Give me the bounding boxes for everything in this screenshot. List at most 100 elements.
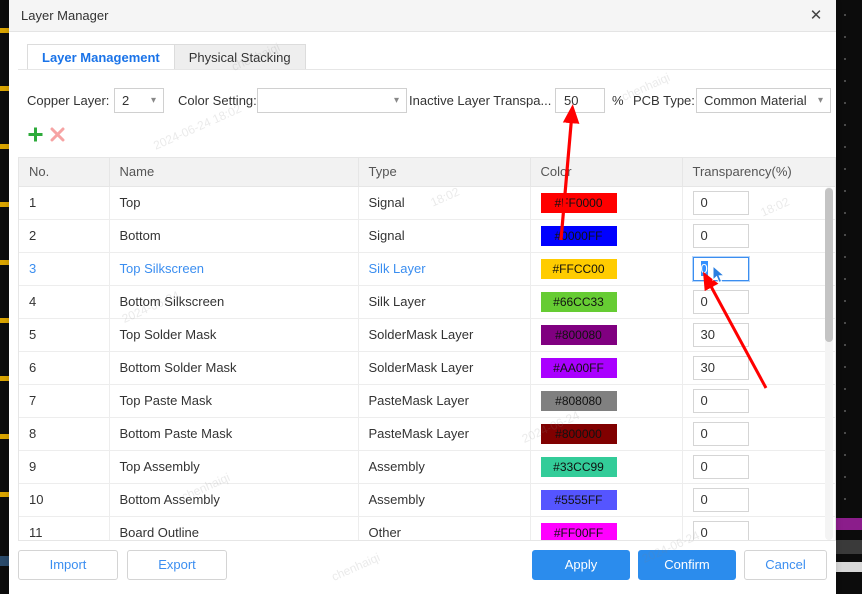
cell-name[interactable]: Bottom Solder Mask (109, 351, 359, 385)
cell-color: #FF00FF (530, 516, 683, 540)
color-swatch[interactable]: #0000FF (540, 225, 617, 246)
color-setting-label: Color Setting: (178, 93, 257, 108)
transparency-input[interactable]: 0 (692, 454, 749, 479)
inactive-layer-transparency-input[interactable]: 50 (555, 88, 605, 113)
table-row[interactable]: 9 Top Assembly Assembly #33CC99 0 (19, 450, 835, 484)
cell-no: 8 (19, 417, 110, 451)
cell-type[interactable]: Signal (358, 186, 531, 220)
table-row[interactable]: 5 Top Solder Mask SolderMask Layer #800080 3… (19, 318, 835, 352)
color-setting-select[interactable]: ▾ (257, 88, 407, 113)
cell-name[interactable]: Top Paste Mask (109, 384, 359, 418)
table-row[interactable]: 10 Bottom Assembly Assembly #5555FF 0 (19, 483, 835, 517)
table-row[interactable]: 2 Bottom Signal #0000FF 0 (19, 219, 835, 253)
copper-layer-select[interactable]: 2 ▾ (114, 88, 164, 113)
cell-type[interactable]: SolderMask Layer (358, 351, 531, 385)
export-button[interactable]: Export (127, 550, 227, 580)
cell-type[interactable]: Other (358, 516, 531, 540)
transparency-input[interactable]: 0 (692, 520, 749, 540)
transparency-input[interactable]: 0 (692, 190, 749, 215)
layer-manager-dialog: Layer Manager ✕ Layer Management Physica… (9, 0, 836, 594)
color-swatch[interactable]: #66CC33 (540, 291, 617, 312)
cell-color: #33CC99 (530, 450, 683, 484)
color-swatch[interactable]: #808080 (540, 390, 617, 411)
dialog-footer: Import Export Apply Confirm Cancel (9, 545, 836, 594)
cell-type[interactable]: Signal (358, 219, 531, 253)
pcb-type-select[interactable]: Common Material ▾ (696, 88, 831, 113)
cell-name[interactable]: Board Outline (109, 516, 359, 540)
color-swatch[interactable]: #5555FF (540, 489, 617, 510)
transparency-input[interactable]: 0 (692, 223, 749, 248)
copper-layer-label: Copper Layer: (27, 93, 110, 108)
cell-transparency: 0 (682, 186, 835, 220)
cell-color: #FFCC00 (530, 252, 683, 286)
cell-name[interactable]: Bottom (109, 219, 359, 253)
transparency-input[interactable]: 0 (692, 289, 749, 314)
column-header-name: Name (109, 158, 359, 187)
cell-color: #AA00FF (530, 351, 683, 385)
cell-transparency: 0 (682, 384, 835, 418)
color-swatch[interactable]: #800080 (540, 324, 617, 345)
tab-physical-stacking[interactable]: Physical Stacking (173, 44, 306, 70)
cell-no: 3 (19, 252, 110, 286)
cell-color: #800000 (530, 417, 683, 451)
cell-type[interactable]: Silk Layer (358, 252, 531, 286)
cell-name[interactable]: Bottom Silkscreen (109, 285, 359, 319)
cell-color: #66CC33 (530, 285, 683, 319)
table-scrollbar-track[interactable] (825, 187, 833, 540)
cell-name[interactable]: Top Solder Mask (109, 318, 359, 352)
inactive-layer-transparency-label: Inactive Layer Transpa... (409, 93, 552, 108)
table-row[interactable]: 8 Bottom Paste Mask PasteMask Layer #800000… (19, 417, 835, 451)
cell-transparency: 30 (682, 318, 835, 352)
cell-type[interactable]: Assembly (358, 483, 531, 517)
close-icon[interactable]: ✕ (806, 6, 826, 26)
cell-name[interactable]: Top Silkscreen (109, 252, 359, 286)
cell-name[interactable]: Top (109, 186, 359, 220)
plus-icon[interactable] (27, 126, 44, 143)
table-row[interactable]: 3 Top Silkscreen Silk Layer #FFCC00 0 (19, 252, 835, 286)
transparency-input[interactable]: 0 (691, 255, 750, 282)
transparency-input[interactable]: 30 (692, 322, 749, 347)
cell-type[interactable]: Silk Layer (358, 285, 531, 319)
cell-no: 2 (19, 219, 110, 253)
transparency-input[interactable]: 0 (692, 487, 749, 512)
color-swatch[interactable]: #FFCC00 (540, 258, 617, 279)
apply-button[interactable]: Apply (532, 550, 630, 580)
cell-type[interactable]: PasteMask Layer (358, 384, 531, 418)
cell-no: 11 (19, 516, 110, 540)
color-swatch[interactable]: #800000 (540, 423, 617, 444)
table-row[interactable]: 1 Top Signal #FF0000 0 (19, 186, 835, 220)
color-swatch[interactable]: #33CC99 (540, 456, 617, 477)
delete-x-icon[interactable] (49, 126, 66, 143)
table-row[interactable]: 6 Bottom Solder Mask SolderMask Layer #AA00… (19, 351, 835, 385)
table-row[interactable]: 4 Bottom Silkscreen Silk Layer #66CC33 0 (19, 285, 835, 319)
chevron-down-icon: ▾ (817, 95, 823, 106)
color-swatch[interactable]: #AA00FF (540, 357, 617, 378)
transparency-input[interactable]: 30 (692, 355, 749, 380)
table-row[interactable]: 7 Top Paste Mask PasteMask Layer #808080 0 (19, 384, 835, 418)
cell-transparency: 0 (682, 285, 835, 319)
cell-color: #5555FF (530, 483, 683, 517)
table-scrollbar-thumb[interactable] (825, 188, 833, 342)
cell-type[interactable]: SolderMask Layer (358, 318, 531, 352)
selected-text: 0 (700, 260, 708, 276)
confirm-button[interactable]: Confirm (638, 550, 736, 580)
transparency-input[interactable]: 0 (692, 421, 749, 446)
cell-name[interactable]: Bottom Paste Mask (109, 417, 359, 451)
color-swatch[interactable]: #FF00FF (540, 522, 617, 540)
import-button[interactable]: Import (18, 550, 118, 580)
cell-name[interactable]: Top Assembly (109, 450, 359, 484)
color-swatch[interactable]: #FF0000 (540, 192, 617, 213)
chevron-down-icon: ▾ (150, 95, 156, 106)
percent-label: % (612, 93, 624, 108)
cell-type[interactable]: Assembly (358, 450, 531, 484)
cell-type[interactable]: PasteMask Layer (358, 417, 531, 451)
cell-name[interactable]: Bottom Assembly (109, 483, 359, 517)
editor-canvas-left-edge (0, 0, 9, 594)
cancel-button[interactable]: Cancel (744, 550, 827, 580)
table-row[interactable]: 11 Board Outline Other #FF00FF 0 (19, 516, 835, 540)
cell-color: #800080 (530, 318, 683, 352)
tab-layer-management[interactable]: Layer Management (27, 44, 175, 70)
transparency-input[interactable]: 0 (692, 388, 749, 413)
cell-no: 4 (19, 285, 110, 319)
dialog-title: Layer Manager (21, 8, 109, 23)
